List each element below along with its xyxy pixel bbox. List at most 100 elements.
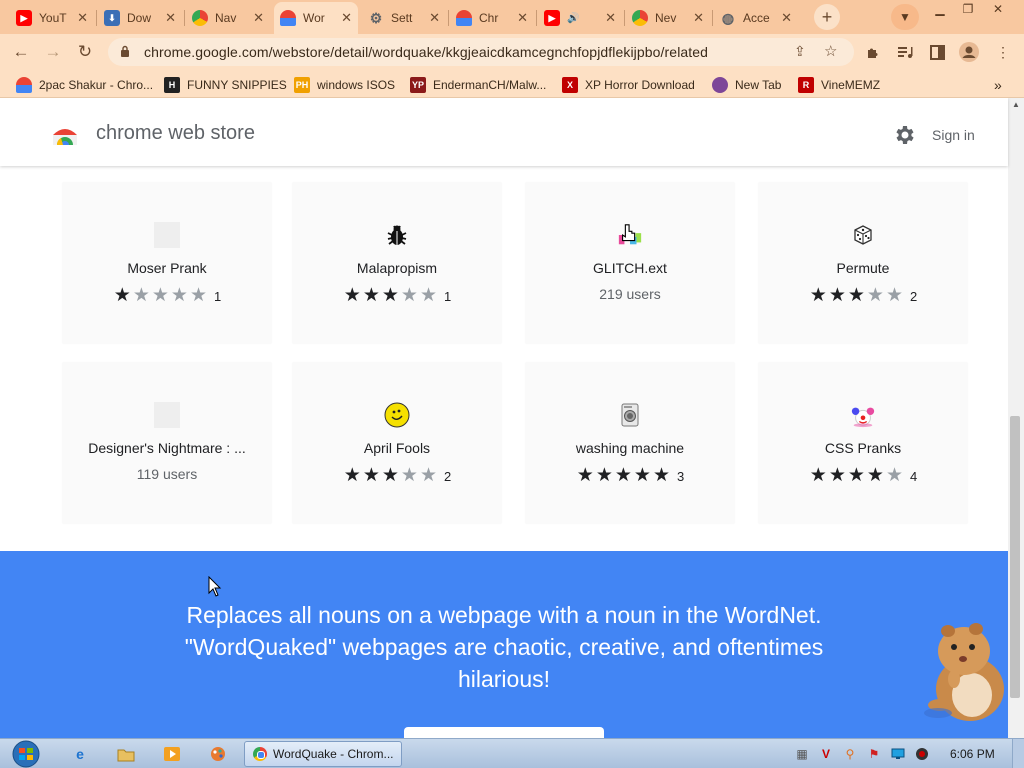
- tab-title: Sett: [391, 11, 413, 25]
- bookmark-star-icon[interactable]: ☆: [824, 42, 837, 60]
- chevron-double-right-icon: »: [994, 77, 1002, 93]
- bookmarks-overflow-button[interactable]: »: [994, 76, 1002, 94]
- extension-card[interactable]: Moser Prank ★ ★ ★ ★ ★ 1: [62, 182, 272, 344]
- bookmark-label: windows ISOS: [317, 78, 396, 92]
- rating-count: 1: [214, 288, 222, 304]
- more-menu-icon[interactable]: ⋮: [992, 41, 1014, 63]
- media-control-icon[interactable]: [894, 41, 916, 63]
- close-tab-icon[interactable]: ✕: [517, 10, 528, 26]
- extension-card[interactable]: washing machine ★ ★ ★ ★ ★ 3: [525, 362, 735, 524]
- bookmark-item[interactable]: R VineMEMZ: [798, 76, 880, 94]
- browser-tab[interactable]: Nev ✕: [626, 4, 710, 32]
- media-player-icon[interactable]: [160, 743, 184, 765]
- close-tab-icon[interactable]: ✕: [77, 10, 88, 26]
- tray-monitor-icon[interactable]: [890, 746, 906, 762]
- restore-button[interactable]: ❐: [954, 0, 982, 18]
- tray-search-icon[interactable]: ⚲: [842, 746, 858, 762]
- add-to-chrome-button[interactable]: [404, 727, 604, 738]
- star-rating: ★ ★ ★ ★ ★: [343, 466, 438, 486]
- star-icon: ★: [866, 285, 884, 306]
- back-button[interactable]: ←: [8, 39, 34, 65]
- tray-flag-icon[interactable]: ⚑: [866, 746, 882, 762]
- bookmark-item[interactable]: X XP Horror Download: [562, 76, 695, 94]
- plus-icon: +: [821, 6, 833, 27]
- scrollbar-thumb[interactable]: [1010, 416, 1020, 698]
- close-tab-icon[interactable]: ✕: [781, 10, 792, 26]
- extension-name: Moser Prank: [127, 260, 207, 276]
- store-title[interactable]: chrome web store: [96, 122, 255, 145]
- star-icon: ★: [170, 285, 188, 306]
- internet-explorer-icon[interactable]: e: [68, 743, 92, 765]
- extension-name: CSS Pranks: [824, 440, 902, 456]
- address-bar[interactable]: chrome.google.com/webstore/detail/wordqu…: [108, 38, 854, 66]
- extensions-icon[interactable]: [862, 41, 884, 63]
- star-icon: ★: [885, 285, 903, 306]
- paint-app-icon[interactable]: [206, 743, 230, 765]
- audio-playing-icon[interactable]: 🔊: [567, 13, 579, 24]
- scroll-up-arrow-icon[interactable]: ▲: [1008, 98, 1024, 112]
- browser-tab[interactable]: Wor ✕: [274, 2, 358, 34]
- tray-volume-icon[interactable]: [914, 746, 930, 762]
- close-tab-icon[interactable]: ✕: [165, 10, 176, 26]
- close-tab-icon[interactable]: ✕: [253, 10, 264, 26]
- bookmark-item[interactable]: New Tab: [712, 76, 781, 94]
- forward-button[interactable]: →: [40, 39, 66, 65]
- extension-card[interactable]: CSS Pranks ★ ★ ★ ★ ★ 4: [758, 362, 968, 524]
- bookmark-label: EndermanCH/Malw...: [433, 78, 547, 92]
- webstore-logo-icon[interactable]: [52, 124, 78, 146]
- download-icon: ⬇: [104, 10, 120, 26]
- show-desktop-button[interactable]: [1012, 739, 1024, 768]
- sign-in-link[interactable]: Sign in: [932, 127, 975, 143]
- close-icon: ✕: [992, 2, 1004, 16]
- clown-icon: [850, 402, 876, 428]
- extension-card[interactable]: Designer's Nightmare : ... 119 users: [62, 362, 272, 524]
- close-tab-icon[interactable]: ✕: [429, 10, 440, 26]
- tab-separator: [184, 10, 185, 26]
- bookmark-item[interactable]: 2pac Shakur - Chro...: [16, 76, 153, 94]
- file-explorer-icon[interactable]: [114, 743, 138, 765]
- share-icon[interactable]: ⇪: [794, 43, 806, 60]
- extension-card[interactable]: Malapropism ★ ★ ★ ★ ★ 1: [292, 182, 502, 344]
- close-tab-icon[interactable]: ✕: [341, 10, 352, 26]
- minimize-button[interactable]: ▁: [926, 0, 954, 18]
- tray-app-icon[interactable]: ▦: [794, 746, 810, 762]
- star-icon: ★: [343, 465, 361, 486]
- star-rating: ★ ★ ★ ★ ★: [809, 286, 904, 306]
- browser-tab[interactable]: Chr ✕: [450, 4, 534, 32]
- h-icon: H: [164, 77, 180, 93]
- browser-tab[interactable]: ◍ Acce ✕: [714, 4, 798, 32]
- gear-icon[interactable]: [892, 123, 916, 147]
- browser-tab[interactable]: ▶ 🔊 ✕: [538, 4, 622, 32]
- tab-search-button[interactable]: ▼: [891, 4, 919, 30]
- browser-tab[interactable]: ⚙ Sett ✕: [362, 4, 446, 32]
- smiley-icon: [384, 402, 410, 428]
- new-tab-button[interactable]: +: [814, 4, 840, 30]
- close-tab-icon[interactable]: ✕: [605, 10, 616, 26]
- start-button-icon[interactable]: [8, 740, 44, 768]
- bookmark-item[interactable]: H FUNNY SNIPPIES: [164, 76, 287, 94]
- profile-avatar-icon[interactable]: [958, 41, 980, 63]
- youtube-icon: ▶: [544, 10, 560, 26]
- extension-card[interactable]: GLITCH.ext 219 users: [525, 182, 735, 344]
- taskbar-chrome-window[interactable]: WordQuake - Chrom...: [244, 741, 402, 767]
- browser-tab[interactable]: ▶ YouT ✕: [10, 4, 94, 32]
- close-window-button[interactable]: ✕: [984, 0, 1012, 18]
- bookmark-item[interactable]: YP EndermanCH/Malw...: [410, 76, 546, 94]
- system-clock[interactable]: 6:06 PM: [950, 747, 995, 761]
- reload-button[interactable]: ↻: [72, 39, 98, 65]
- webstore-icon: [456, 10, 472, 26]
- bookmark-item[interactable]: PH windows ISOS: [294, 76, 395, 94]
- extension-card[interactable]: Permute ★ ★ ★ ★ ★ 2: [758, 182, 968, 344]
- url-text: chrome.google.com/webstore/detail/wordqu…: [144, 44, 709, 60]
- star-icon: ★: [189, 285, 207, 306]
- mouse-cursor-icon: [208, 576, 222, 597]
- browser-tab[interactable]: Nav ✕: [186, 4, 270, 32]
- rating-count: 1: [444, 288, 452, 304]
- browser-tab[interactable]: ⬇ Dow ✕: [98, 4, 182, 32]
- extension-meta: ★ ★ ★ ★ ★ 2: [292, 466, 502, 486]
- tray-v-icon[interactable]: V: [818, 746, 834, 762]
- close-tab-icon[interactable]: ✕: [693, 10, 704, 26]
- tab-separator: [96, 10, 97, 26]
- extension-card[interactable]: April Fools ★ ★ ★ ★ ★ 2: [292, 362, 502, 524]
- side-panel-icon[interactable]: [926, 41, 948, 63]
